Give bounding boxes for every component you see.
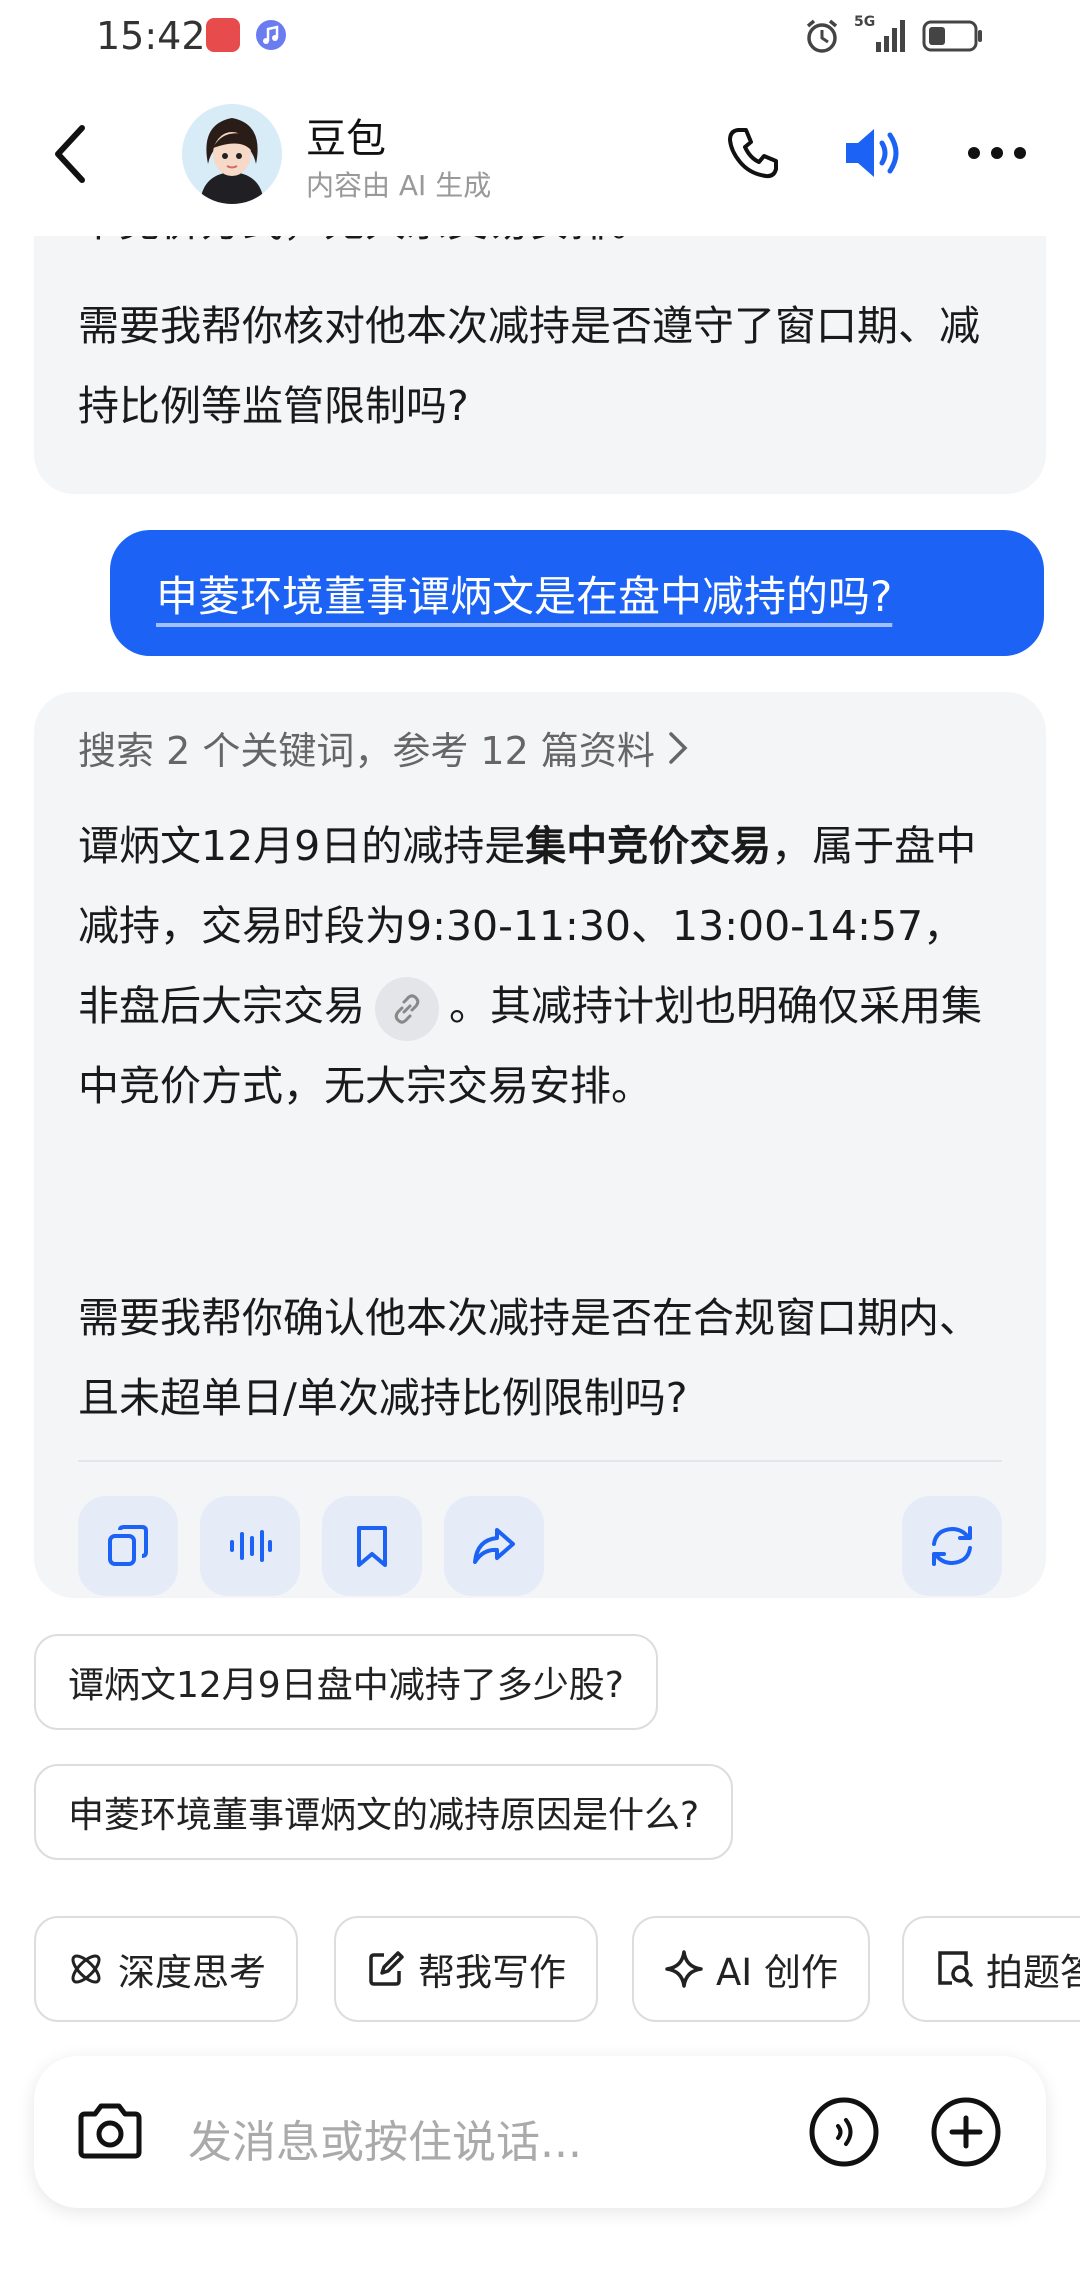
ai-generated-note: 内容由 AI 生成	[306, 169, 492, 202]
link-icon	[394, 994, 420, 1024]
avatar-illustration	[182, 104, 282, 204]
atom-icon	[71, 1954, 101, 1984]
avatar[interactable]	[182, 104, 282, 204]
voice-playback-toggle[interactable]	[838, 118, 908, 188]
voice-input-button[interactable]	[804, 2092, 884, 2172]
message-input[interactable]: 发消息或按住说话...	[188, 2106, 582, 2170]
suggestion-2[interactable]: 申菱环境董事谭炳文的减持原因是什么?	[34, 1764, 734, 1860]
message-composer: 发消息或按住说话...	[34, 2056, 1046, 2208]
bot-answer: 搜索 2 个关键词，参考 12 篇资料 谭炳文12月9日的减持是集中竞价交易，属…	[34, 692, 1046, 1598]
answer-bold: 集中竞价交易	[525, 822, 772, 870]
read-aloud-button[interactable]	[200, 1496, 300, 1596]
user-message[interactable]: 申菱环境董事谭炳文是在盘中减持的吗?	[110, 530, 1044, 656]
camera-icon	[78, 2103, 142, 2159]
tool-label: AI 创作	[716, 1951, 838, 1994]
share-icon	[473, 1528, 515, 1564]
user-message-text: 申菱环境董事谭炳文是在盘中减持的吗?	[156, 571, 893, 621]
tool-label: 拍题答	[986, 1951, 1080, 1994]
tool-writing[interactable]: 帮我写作	[334, 1916, 598, 2022]
battery-icon	[922, 20, 982, 52]
answer-text: 谭炳文12月9日的减持是集中竞价交易，属于盘中减持，交易时段为9:30-11:3…	[34, 806, 1046, 1126]
share-button[interactable]	[444, 1496, 544, 1596]
search-summary-text: 搜索 2 个关键词，参考 12 篇资料	[78, 729, 655, 773]
add-button[interactable]	[926, 2092, 1006, 2172]
answer-followup-text: 需要我帮你确认他本次减持是否在合规窗口期内、且未超单日/单次减持比例限制吗?	[78, 1294, 980, 1422]
previous-bot-message: 中竞价方式，无大宗交易安排。 需要我帮你核对他本次减持是否遵守了窗口期、减持比例…	[34, 236, 1046, 494]
tool-label: 深度思考	[118, 1951, 266, 1994]
voice-play-icon	[230, 1530, 272, 1562]
tool-ai-create[interactable]: AI 创作	[632, 1916, 870, 2022]
phone-icon	[728, 128, 778, 179]
bot-name: 豆包	[306, 116, 386, 162]
alarm-icon	[806, 19, 838, 53]
call-button[interactable]	[718, 118, 788, 188]
chevron-right-icon	[669, 731, 688, 764]
clipped-message-line: 中竞价方式，无大宗交易安排。	[34, 236, 696, 262]
bot-followup-text: 需要我帮你核对他本次减持是否遵守了窗口期、减持比例等监管限制吗?	[78, 302, 980, 430]
back-icon	[55, 125, 85, 183]
huawei-app-icon	[206, 18, 240, 52]
status-time: 15:42	[96, 14, 206, 58]
chat-header: 豆包 内容由 AI 生成	[0, 72, 1080, 236]
more-button[interactable]	[962, 118, 1032, 188]
copy-button[interactable]	[78, 1496, 178, 1596]
back-button[interactable]	[40, 114, 100, 194]
copy-icon	[108, 1525, 148, 1566]
signal-icon: 5G	[854, 14, 910, 54]
action-divider	[78, 1460, 1002, 1462]
voice-wave-icon	[809, 2097, 879, 2167]
source-link-button[interactable]	[375, 977, 439, 1041]
camera-button[interactable]	[70, 2092, 150, 2172]
answer-part-1: 谭炳文12月9日的减持是	[78, 822, 526, 870]
plus-icon	[931, 2097, 1001, 2167]
photo-search-icon	[938, 1951, 973, 1987]
bookmark-button[interactable]	[322, 1496, 422, 1596]
music-icon	[256, 20, 286, 50]
edit-icon	[369, 1951, 404, 1986]
regenerate-icon	[932, 1526, 972, 1566]
suggestion-1[interactable]: 谭炳文12月9日盘中减持了多少股?	[34, 1634, 658, 1730]
status-bar: 15:42 5G	[0, 0, 1080, 72]
more-icon	[968, 147, 1026, 159]
speaker-icon	[846, 129, 899, 177]
search-summary[interactable]: 搜索 2 个关键词，参考 12 篇资料	[78, 720, 689, 775]
sparkle-icon	[665, 1950, 703, 1988]
bookmark-icon	[357, 1526, 387, 1567]
tool-deep-thinking[interactable]: 深度思考	[34, 1916, 298, 2022]
tool-label: 帮我写作	[418, 1951, 566, 1994]
regenerate-button[interactable]	[902, 1496, 1002, 1596]
tool-photo-answer[interactable]: 拍题答	[902, 1916, 1080, 2022]
chat-area[interactable]: 中竞价方式，无大宗交易安排。 需要我帮你核对他本次减持是否遵守了窗口期、减持比例…	[0, 236, 1080, 2076]
